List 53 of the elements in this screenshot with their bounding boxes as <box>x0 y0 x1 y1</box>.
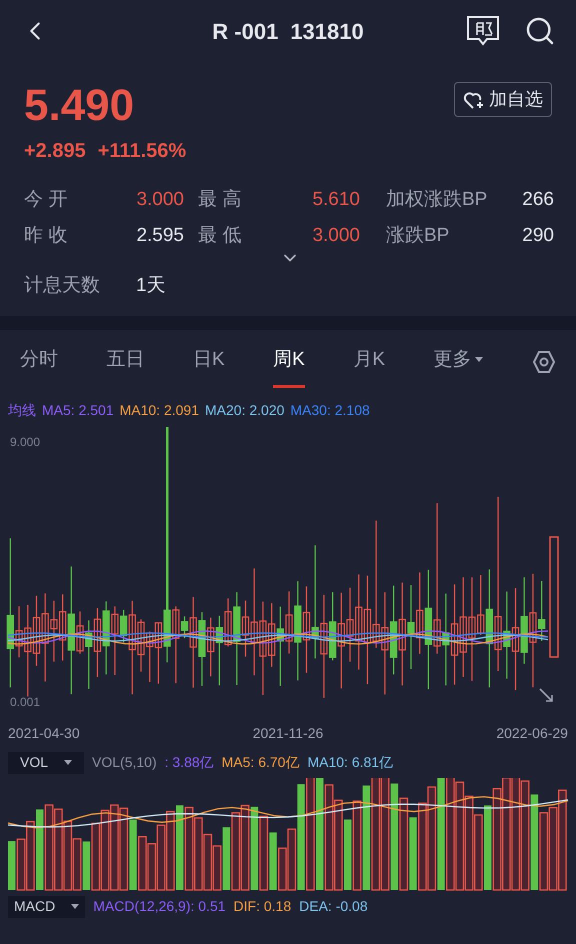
legend-text: DIF: 0.18 <box>234 897 292 916</box>
stat-value: 5.610 <box>311 188 360 212</box>
stat-label: 昨 收 <box>24 224 68 248</box>
axis-label: 9.000 <box>10 434 40 450</box>
caret-icon <box>475 357 484 363</box>
stat-value: 290 <box>521 224 554 248</box>
caret-icon <box>64 760 72 766</box>
stat-label: 今 开 <box>24 188 68 212</box>
legend-text: DEA: -0.08 <box>299 897 368 916</box>
legend-text: 均线 <box>8 400 36 420</box>
legend-text: MA30: 2.108 <box>290 400 370 420</box>
price-change: +2.895 <box>24 139 86 164</box>
heart-plus-icon <box>463 90 485 110</box>
percent-change: +111.56% <box>98 139 186 164</box>
stat-label: 加权涨跌BP <box>385 188 488 212</box>
stock-forum-icon[interactable] <box>466 15 500 47</box>
legend-text: MA10: 6.81亿 <box>307 753 394 772</box>
chart-tab[interactable]: 月K <box>353 336 385 388</box>
chart-tab[interactable]: 日K <box>192 336 225 388</box>
legend-text: MA5: 2.501 <box>42 400 114 420</box>
security-name: R -001 <box>212 18 278 46</box>
stat-label: 最 低 <box>197 224 242 248</box>
stat-label: 涨跌BP <box>385 224 450 248</box>
security-code: 131810 <box>290 18 364 46</box>
legend-text: MA5: 6.70亿 <box>222 753 300 772</box>
interest-days-label: 计息天数 <box>24 274 100 298</box>
stat-value: 3.000 <box>135 188 184 212</box>
interest-days-value: 1天 <box>136 274 166 298</box>
axis-label: 0.001 <box>10 694 40 710</box>
current-price: 5.490 <box>24 84 136 128</box>
legend-text: MACD(12,26,9): 0.51 <box>93 897 226 916</box>
legend-text: MA20: 2.020 <box>205 400 284 420</box>
search-icon[interactable] <box>524 15 556 47</box>
indicator-dropdown[interactable]: MACD <box>8 896 86 918</box>
stat-value: 3.000 <box>311 224 360 248</box>
legend-text: : 3.88亿 <box>164 753 214 772</box>
caret-icon <box>71 904 80 910</box>
stat-label: 最 高 <box>197 188 242 212</box>
fullscreen-icon[interactable] <box>538 686 554 702</box>
date-label: 2021-04-30 <box>8 724 80 742</box>
more-dropdown[interactable]: 更多 <box>433 336 484 388</box>
settings-icon[interactable] <box>532 350 556 374</box>
chart-tab[interactable]: 分时 <box>20 336 58 388</box>
chart-tab[interactable]: 五日 <box>106 336 144 388</box>
add-watchlist-button[interactable]: 加自选 <box>454 82 552 117</box>
legend-text: VOL(5,10) <box>92 753 157 772</box>
legend-text: MA10: 2.091 <box>120 400 199 420</box>
date-label: 2022-06-29 <box>496 724 568 742</box>
indicator-dropdown[interactable]: VOL <box>8 752 84 774</box>
stat-value: 2.595 <box>135 224 184 248</box>
chart-tab[interactable]: 周K <box>273 336 305 388</box>
stat-value: 266 <box>521 188 554 212</box>
date-label: 2021-11-26 <box>252 724 324 742</box>
